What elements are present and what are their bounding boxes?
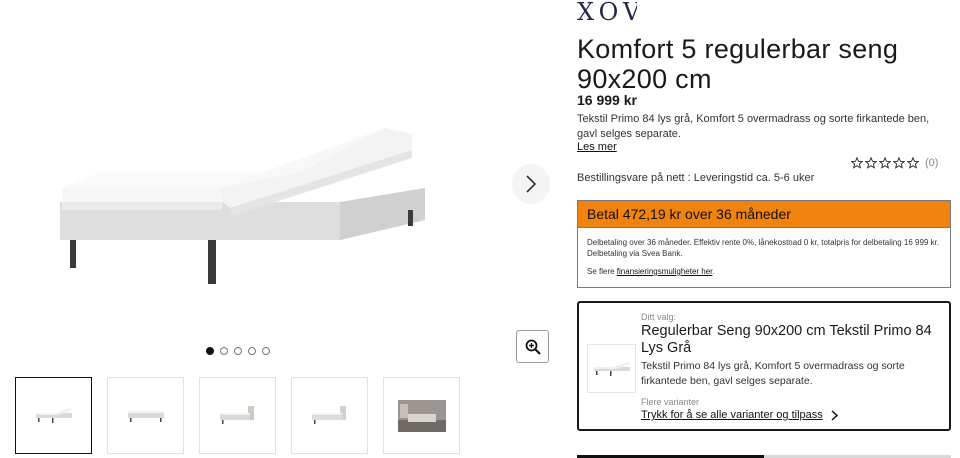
financing-more-prefix: Se flere xyxy=(587,267,617,276)
thumbnail-bed-headboard[interactable] xyxy=(199,377,276,454)
star-icon xyxy=(893,157,905,169)
next-image-button[interactable] xyxy=(512,164,550,204)
variant-label: Ditt valg: xyxy=(641,312,677,322)
star-icon xyxy=(907,157,919,169)
financing-headline: Betal 472,19 kr over 36 måneder xyxy=(578,201,950,228)
product-price: 16 999 kr xyxy=(577,92,637,108)
image-pagination-dots xyxy=(206,347,270,355)
brand-logo: XOV xyxy=(577,0,637,24)
star-icon xyxy=(851,157,863,169)
financing-options-link[interactable]: finansieringsmuligheter her xyxy=(617,267,713,276)
thumbnail-bed-headboard-2[interactable] xyxy=(291,377,368,454)
thumbnail-bed-low[interactable] xyxy=(107,377,184,454)
financing-details: Delbetaling over 36 måneder. Effektiv re… xyxy=(587,238,940,258)
rating-count: (0) xyxy=(925,157,939,169)
pagination-dot[interactable] xyxy=(206,347,214,355)
rating-stars[interactable]: (0) xyxy=(851,157,938,169)
see-all-variants-text: Trykk for å se alle varianter og tilpass xyxy=(641,409,823,421)
read-more-link[interactable]: Les mer xyxy=(577,141,617,153)
variant-thumbnail xyxy=(587,344,636,393)
financing-box: Betal 472,19 kr over 36 måneder Delbetal… xyxy=(577,200,951,288)
star-icon xyxy=(865,157,877,169)
pagination-dot[interactable] xyxy=(234,347,242,355)
chevron-right-icon xyxy=(831,409,838,421)
financing-more-suffix: . xyxy=(712,267,715,276)
variant-name: Regulerbar Seng 90x200 cm Tekstil Primo … xyxy=(641,323,932,356)
thumbnail-bed-plain[interactable] xyxy=(15,377,92,454)
chevron-right-icon xyxy=(526,175,537,193)
pagination-dot[interactable] xyxy=(220,347,228,355)
variant-selector[interactable]: Ditt valg: Regulerbar Seng 90x200 cm Tek… xyxy=(577,301,951,431)
financing-more: Se flere finansieringsmuligheter her. xyxy=(587,266,941,277)
svg-text:XOV: XOV xyxy=(577,0,637,24)
zoom-in-icon xyxy=(525,339,541,355)
thumbnail-strip xyxy=(15,377,460,454)
variant-description: Tekstil Primo 84 lys grå, Komfort 5 over… xyxy=(641,360,905,387)
thumbnail-room-scene[interactable] xyxy=(383,377,460,454)
product-title: Komfort 5 regulerbar seng 90x200 cm xyxy=(577,34,899,94)
main-product-image[interactable] xyxy=(40,110,440,300)
product-description: Tekstil Primo 84 lys grå, Komfort 5 over… xyxy=(577,113,930,140)
star-icon xyxy=(879,157,891,169)
see-all-variants-link[interactable]: Trykk for å se alle varianter og tilpass xyxy=(641,409,838,421)
pagination-dot[interactable] xyxy=(262,347,270,355)
more-variants-label: Flere varianter xyxy=(641,397,700,407)
zoom-button[interactable] xyxy=(516,330,549,363)
delivery-note: Bestillingsvare på nett : Leveringstid c… xyxy=(577,172,815,184)
pagination-dot[interactable] xyxy=(248,347,256,355)
product-gallery xyxy=(0,0,560,458)
